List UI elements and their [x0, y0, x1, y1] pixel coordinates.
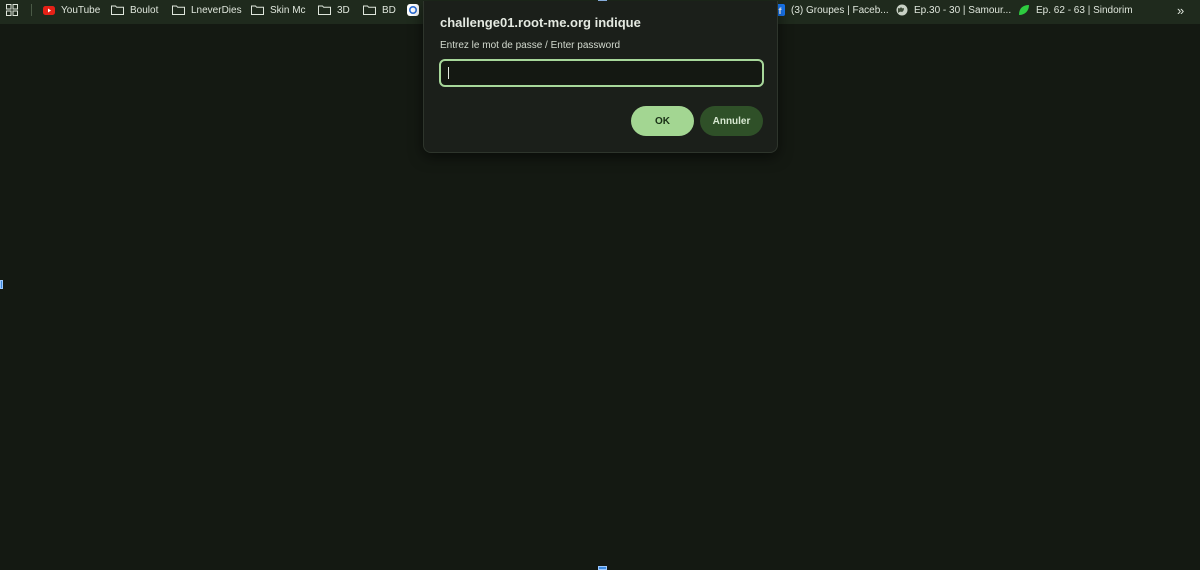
bookmark-folder-boulot[interactable]: Boulot	[111, 0, 158, 20]
youtube-icon	[43, 5, 55, 15]
globe-icon	[896, 4, 908, 16]
bookmark-folder-bd[interactable]: BD	[363, 0, 396, 20]
folder-icon	[318, 5, 331, 15]
dialog-title: challenge01.root-me.org indique	[440, 15, 641, 30]
bookmark-folder-lneverdies[interactable]: LneverDies	[172, 0, 242, 20]
folder-icon	[251, 5, 264, 15]
password-input[interactable]	[439, 59, 764, 87]
password-prompt-dialog: challenge01.root-me.org indique Entrez l…	[423, 1, 778, 153]
apps-grid-icon	[6, 4, 18, 16]
bookmarks-divider	[31, 4, 32, 16]
bookmark-label: BD	[382, 4, 396, 16]
selection-handle-bottom	[598, 566, 607, 570]
green-leaf-icon	[1019, 5, 1029, 15]
folder-icon	[111, 5, 124, 15]
bookmark-folder-3d[interactable]: 3D	[318, 0, 350, 20]
bookmark-sindorim[interactable]: Ep. 62 - 63 | Sindorim	[1018, 0, 1133, 20]
bookmark-label: (3) Groupes | Faceb...	[791, 4, 889, 16]
bookmark-label: LneverDies	[191, 4, 242, 16]
bookmark-label: Ep.30 - 30 | Samour...	[914, 4, 1012, 16]
bookmarks-overflow-button[interactable]: »	[1177, 0, 1184, 20]
selection-handle-left	[0, 280, 3, 289]
bookmark-label: YouTube	[61, 4, 101, 16]
folder-icon	[363, 5, 376, 15]
apps-button[interactable]	[6, 0, 18, 20]
bookmark-facebook-groups[interactable]: f (3) Groupes | Faceb...	[775, 0, 889, 20]
ok-button[interactable]: OK	[631, 106, 694, 136]
bookmark-samourai[interactable]: Ep.30 - 30 | Samour...	[896, 0, 1011, 20]
chevron-double-right-icon: »	[1177, 2, 1185, 18]
text-caret	[448, 67, 449, 79]
bookmark-label: Skin Mc	[270, 4, 306, 16]
bookmark-youtube[interactable]: YouTube	[43, 0, 100, 20]
bookmark-label: Ep. 62 - 63 | Sindorim	[1036, 4, 1133, 16]
bookmark-folder-skin-mc[interactable]: Skin Mc	[251, 0, 306, 20]
bookmark-label: Boulot	[130, 4, 159, 16]
site-favicon-icon	[407, 4, 419, 16]
bookmark-partial[interactable]	[407, 0, 419, 20]
cancel-button[interactable]: Annuler	[700, 106, 763, 136]
bookmark-label: 3D	[337, 4, 350, 16]
folder-icon	[172, 5, 185, 15]
dialog-message: Entrez le mot de passe / Enter password	[440, 40, 621, 51]
